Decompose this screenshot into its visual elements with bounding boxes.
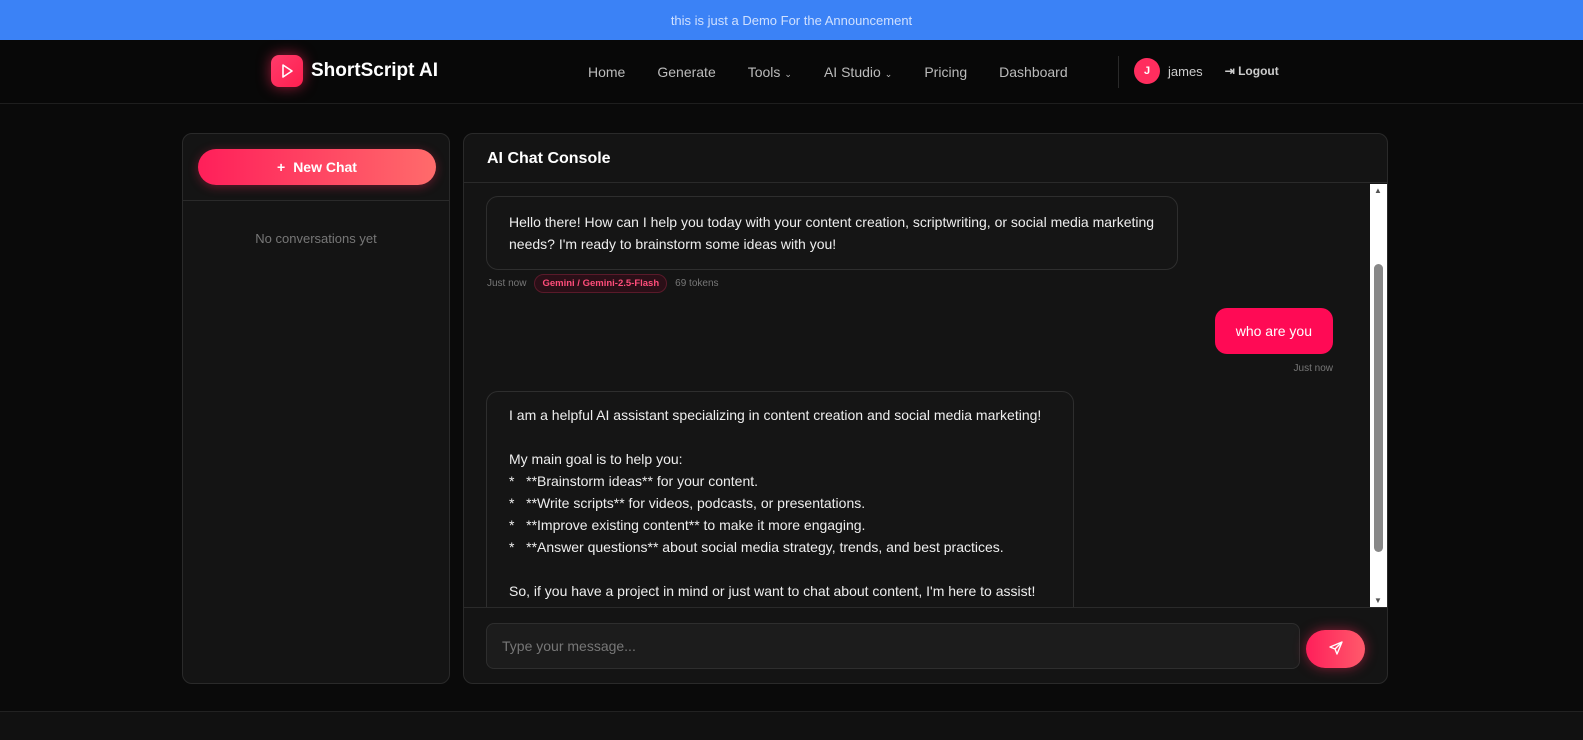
message-line: * **Write scripts** for videos, podcasts… — [509, 495, 866, 511]
send-icon — [1328, 640, 1344, 659]
logout-label: Logout — [1238, 64, 1279, 78]
message-line: So, if you have a project in mind or jus… — [509, 583, 1036, 599]
nav-generate[interactable]: Generate — [657, 64, 715, 80]
nav-tools[interactable]: Tools ⌄ — [748, 64, 792, 80]
scroll-up-icon[interactable]: ▲ — [1374, 186, 1382, 195]
scrollbar-thumb[interactable] — [1374, 264, 1383, 552]
divider — [183, 200, 449, 201]
nav-ai-studio-label: AI Studio — [823, 64, 881, 80]
model-badge: Gemini / Gemini-2.5-Flash — [534, 274, 668, 293]
token-count: 69 tokens — [675, 278, 719, 289]
username[interactable]: james — [1168, 64, 1203, 79]
message-input[interactable] — [486, 623, 1300, 669]
avatar[interactable]: J — [1134, 58, 1160, 84]
play-icon — [271, 55, 303, 87]
message-line: * **Improve existing content** to make i… — [509, 517, 866, 533]
message-time: Just now — [1293, 363, 1333, 374]
nav-dashboard[interactable]: Dashboard — [999, 64, 1068, 80]
brand-name: ShortScript AI — [311, 60, 439, 81]
footer — [0, 711, 1583, 740]
logout-button[interactable]: ⇥ Logout — [1225, 64, 1279, 78]
plus-icon: + — [277, 159, 286, 175]
chevron-down-icon: ⌄ — [884, 69, 893, 79]
brand-logo[interactable]: ShortScript AI — [271, 55, 438, 87]
chevron-down-icon: ⌄ — [784, 69, 792, 79]
scroll-down-icon[interactable]: ▼ — [1374, 596, 1382, 605]
assistant-message: I am a helpful AI assistant specializing… — [486, 391, 1074, 607]
message-line: * **Brainstorm ideas** for your content. — [509, 473, 759, 489]
message-list: Hello there! How can I help you today wi… — [464, 184, 1370, 607]
scrollbar[interactable]: ▲ ▼ — [1370, 184, 1387, 607]
message-time: Just now — [487, 278, 527, 289]
assistant-message: Hello there! How can I help you today wi… — [486, 196, 1178, 270]
conversation-sidebar: + New Chat No conversations yet — [182, 133, 450, 684]
empty-conversations: No conversations yet — [255, 231, 377, 246]
new-chat-button[interactable]: + New Chat — [198, 149, 436, 185]
announcement-bar: this is just a Demo For the Announcement — [0, 0, 1583, 40]
chat-title: AI Chat Console — [464, 134, 1387, 183]
logout-icon: ⇥ — [1224, 64, 1239, 78]
message-line: My main goal is to help you: — [509, 451, 683, 467]
send-button[interactable] — [1306, 630, 1365, 668]
new-chat-label: New Chat — [293, 159, 357, 175]
navbar: ShortScript AI Home Generate Tools ⌄ AI S… — [0, 40, 1583, 104]
message-line: * **Answer questions** about social medi… — [509, 539, 1004, 555]
chat-console: AI Chat Console Hello there! How can I h… — [463, 133, 1388, 684]
nav-ai-studio[interactable]: AI Studio ⌄ — [824, 64, 892, 80]
user-message: who are you — [1214, 308, 1333, 354]
message-line — [509, 558, 1051, 580]
nav-divider — [1118, 56, 1119, 88]
nav-tools-label: Tools — [747, 64, 781, 80]
message-line: I am a helpful AI assistant specializing… — [509, 407, 1042, 423]
message-line — [509, 426, 1051, 448]
nav-pricing[interactable]: Pricing — [924, 64, 967, 80]
nav-home[interactable]: Home — [588, 64, 625, 80]
